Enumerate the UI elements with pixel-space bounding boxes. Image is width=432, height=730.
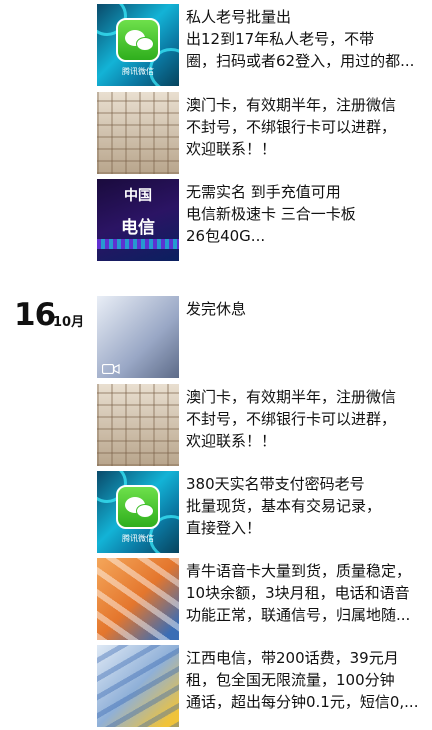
post-text-line: 欢迎联系！！ — [186, 432, 277, 450]
moment-post[interactable]: 澳门卡，有效期半年，注册微信 不封号，不绑银行卡可以进群， 欢迎联系！！ — [97, 92, 427, 174]
moment-post[interactable]: 江西电信，带200话费，39元月 租，包全国无限流量，100分钟 通话，超出每分… — [97, 645, 427, 727]
moment-post[interactable]: 腾讯微信 380天实名带支付密码老号 批量现货，基本有交易记录， 直接登入！ — [97, 471, 427, 553]
sim-cards-photo — [97, 645, 179, 727]
post-text-line: 租，包全国无限流量，100分钟 — [186, 671, 395, 689]
post-text[interactable]: 澳门卡，有效期半年，注册微信 不封号，不绑银行卡可以进群， 欢迎联系！！ — [186, 386, 424, 452]
video-thumbnail[interactable] — [97, 296, 179, 378]
post-text-line: 10块余额，3块月租，电话和语音 — [186, 584, 410, 602]
post-thumbnail[interactable] — [97, 645, 179, 727]
decorative-strip — [97, 239, 179, 249]
post-text-line: 澳门卡，有效期半年，注册微信 — [186, 388, 397, 406]
wechat-logo-icon — [116, 18, 160, 62]
post-text-line: 功能正常，联通信号，归属地随... — [186, 606, 411, 624]
post-text-line: 不封号，不绑银行卡可以进群， — [186, 410, 397, 428]
moment-post[interactable]: 澳门卡，有效期半年，注册微信 不封号，不绑银行卡可以进群， 欢迎联系！！ — [97, 384, 427, 466]
date-day: 16 — [14, 297, 56, 333]
boxes-photo — [97, 384, 179, 466]
wechat-logo-icon — [116, 485, 160, 529]
post-text-line: 发完休息 — [186, 300, 247, 318]
thumbnail-title: 中国 — [124, 188, 152, 204]
moment-post[interactable]: 中国 电信 无需实名 到手充值可用 电信新极速卡 三合一卡板 26包40G... — [97, 179, 427, 261]
post-text[interactable]: 青牛语音卡大量到货，质量稳定， 10块余额，3块月租，电话和语音 功能正常，联通… — [186, 560, 424, 626]
post-text[interactable]: 380天实名带支付密码老号 批量现货，基本有交易记录， 直接登入！ — [186, 473, 424, 539]
post-text-line: 青牛语音卡大量到货，质量稳定， — [186, 562, 412, 580]
post-thumbnail[interactable] — [97, 384, 179, 466]
post-text[interactable]: 江西电信，带200话费，39元月 租，包全国无限流量，100分钟 通话，超出每分… — [186, 647, 424, 713]
cards-photo — [97, 558, 179, 640]
thumbnail-caption: 腾讯微信 — [122, 534, 154, 543]
post-text-line: 无需实名 到手充值可用 — [186, 183, 341, 201]
post-text-line: 江西电信，带200话费，39元月 — [186, 649, 399, 667]
moment-post[interactable]: 青牛语音卡大量到货，质量稳定， 10块余额，3块月租，电话和语音 功能正常，联通… — [97, 558, 427, 640]
post-text-line: 不封号，不绑银行卡可以进群， — [186, 118, 397, 136]
post-text-line: 电信新极速卡 三合一卡板 — [186, 205, 356, 223]
post-thumbnail[interactable] — [97, 558, 179, 640]
post-text-line: 私人老号批量出 — [186, 8, 292, 26]
moment-post[interactable]: 腾讯微信 私人老号批量出 出12到17年私人老号，不带 圈，扫码或者62登入，用… — [97, 4, 427, 86]
post-text[interactable]: 私人老号批量出 出12到17年私人老号，不带 圈，扫码或者62登入，用过的都..… — [186, 6, 424, 72]
post-thumbnail[interactable]: 腾讯微信 — [97, 4, 179, 86]
post-text[interactable]: 发完休息 — [186, 298, 424, 320]
post-text-line: 通话，超出每分钟0.1元，短信0,... — [186, 693, 419, 711]
post-text[interactable]: 澳门卡，有效期半年，注册微信 不封号，不绑银行卡可以进群， 欢迎联系！！ — [186, 94, 424, 160]
post-text-line: 直接登入！ — [186, 519, 262, 537]
video-camera-icon — [102, 364, 120, 374]
post-thumbnail[interactable]: 腾讯微信 — [97, 471, 179, 553]
post-text-line: 圈，扫码或者62登入，用过的都... — [186, 52, 415, 70]
thumbnail-caption: 腾讯微信 — [122, 67, 154, 76]
post-text-line: 380天实名带支付密码老号 — [186, 475, 365, 493]
post-thumbnail[interactable] — [97, 92, 179, 174]
post-text-line: 出12到17年私人老号，不带 — [186, 30, 375, 48]
post-text-line: 欢迎联系！！ — [186, 140, 277, 158]
post-text-line: 澳门卡，有效期半年，注册微信 — [186, 96, 397, 114]
post-text[interactable]: 无需实名 到手充值可用 电信新极速卡 三合一卡板 26包40G... — [186, 181, 424, 247]
post-thumbnail[interactable]: 中国 电信 — [97, 179, 179, 261]
post-text-line: 26包40G... — [186, 227, 266, 245]
boxes-photo — [97, 92, 179, 174]
thumbnail-title: 电信 — [121, 218, 155, 238]
moment-post[interactable]: 发完休息 — [97, 296, 427, 378]
date-month: 10月 — [53, 315, 85, 330]
post-text-line: 批量现货，基本有交易记录， — [186, 497, 382, 515]
